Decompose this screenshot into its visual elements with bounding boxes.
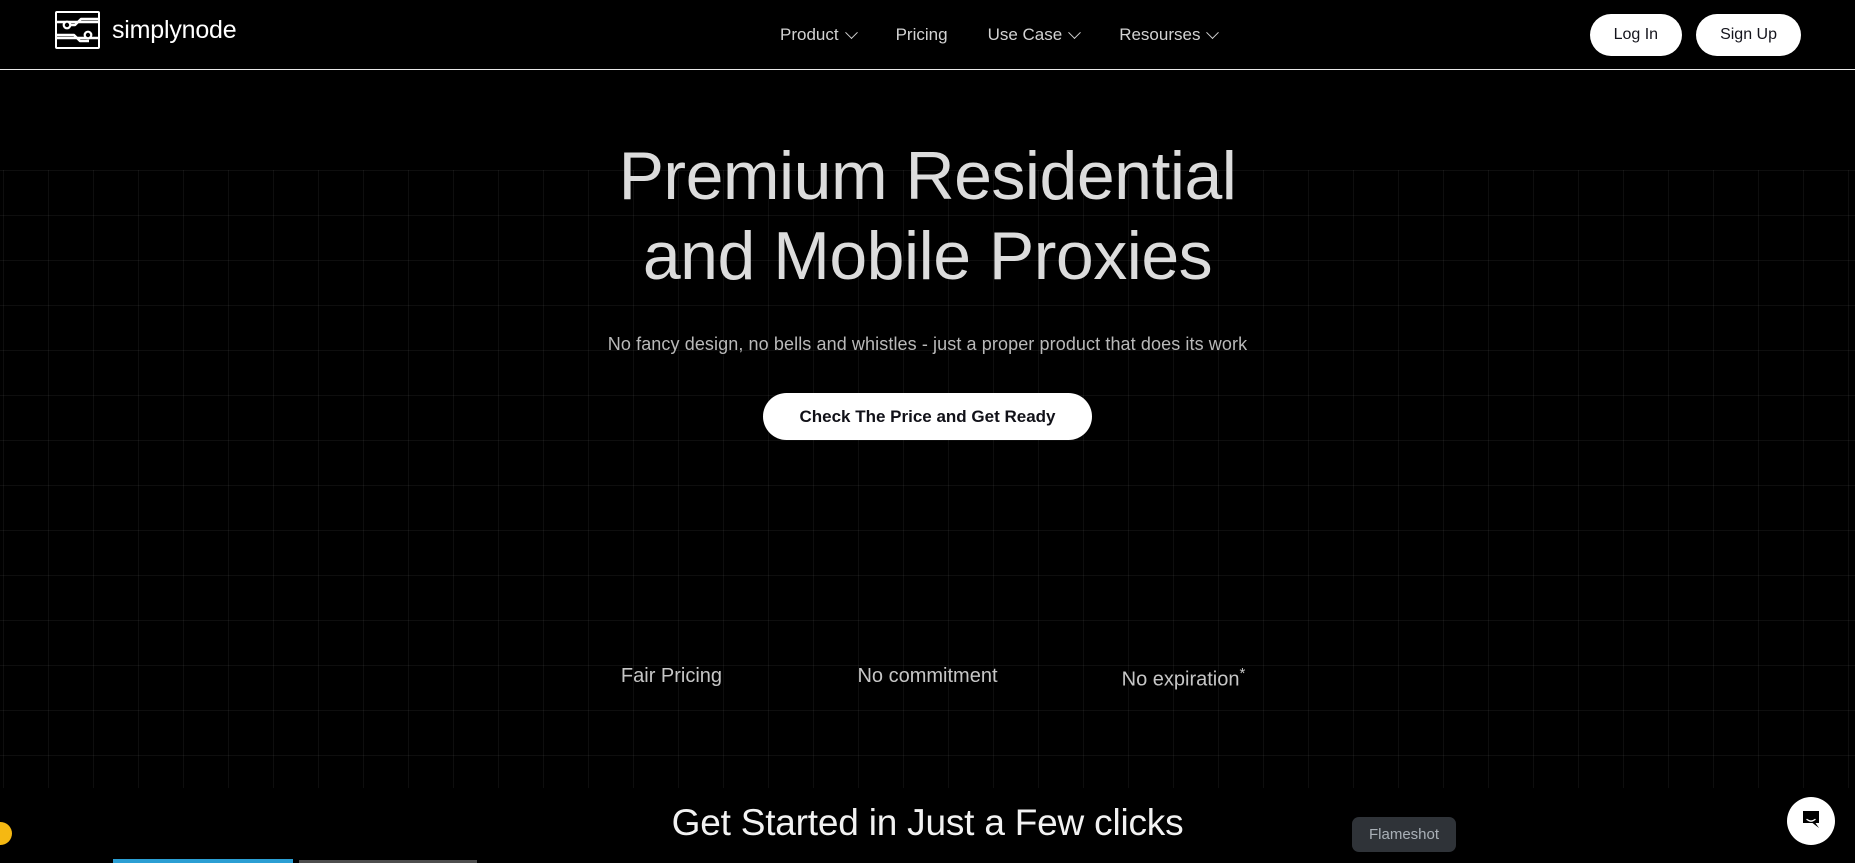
bottom-status-bar xyxy=(0,858,1855,863)
brand-logo[interactable]: simplynode xyxy=(55,11,237,49)
site-header: simplynode Product Pricing Use Case Reso… xyxy=(0,0,1855,70)
nav-item-resources[interactable]: Resourses xyxy=(1099,0,1237,70)
hero-content: Premium Residential and Mobile Proxies N… xyxy=(0,137,1855,441)
hero-feature-list: Fair Pricing No commitment No expiration… xyxy=(0,665,1855,692)
chat-widget-button[interactable] xyxy=(1787,797,1835,845)
hero-title-line-1: Premium Residential xyxy=(618,138,1237,214)
feature-asterisk: * xyxy=(1239,665,1246,682)
auth-actions: Log In Sign Up xyxy=(1589,14,1801,56)
nav-item-label: Resourses xyxy=(1119,25,1201,44)
feature-label: No commitment xyxy=(857,665,998,687)
log-in-button[interactable]: Log In xyxy=(1589,14,1683,56)
nav-item-product[interactable]: Product xyxy=(760,0,876,70)
hero-title-line-2: and Mobile Proxies xyxy=(642,217,1213,294)
flameshot-tooltip: Flameshot xyxy=(1352,817,1457,852)
get-started-heading: Get Started in Just a Few clicks xyxy=(671,802,1184,843)
chat-bubble-icon xyxy=(1799,807,1823,836)
nav-item-pricing[interactable]: Pricing xyxy=(876,0,968,70)
chevron-down-icon xyxy=(1068,25,1082,39)
simplynode-node-logo-icon xyxy=(55,11,100,49)
feature-label: Fair Pricing xyxy=(620,665,723,687)
primary-navigation: Product Pricing Use Case Resourses xyxy=(760,0,1237,70)
page-root: simplynode Product Pricing Use Case Reso… xyxy=(0,0,1855,863)
get-started-section: Get Started in Just a Few clicks xyxy=(0,788,1855,863)
nav-item-label: Product xyxy=(780,25,839,44)
sign-up-button[interactable]: Sign Up xyxy=(1696,14,1801,56)
hero-section: Premium Residential and Mobile Proxies N… xyxy=(0,71,1855,788)
page-title: Premium Residential and Mobile Proxies xyxy=(0,137,1855,296)
nav-item-label: Use Case xyxy=(987,25,1063,44)
brand-name: simplynode xyxy=(112,15,237,44)
chevron-down-icon xyxy=(1206,25,1220,39)
hero-subtitle: No fancy design, no bells and whistles -… xyxy=(607,334,1248,355)
feature-fair-pricing: Fair Pricing xyxy=(544,665,800,692)
feature-label: No expiration xyxy=(1121,668,1240,691)
bottom-bar-cyan-segment xyxy=(113,859,293,863)
nav-item-use-case[interactable]: Use Case xyxy=(968,0,1100,70)
nav-item-label: Pricing xyxy=(895,25,948,44)
hero-cta-wrapper: Check The Price and Get Ready xyxy=(0,393,1855,441)
feature-no-expiration: No expiration* xyxy=(1056,665,1312,692)
chevron-down-icon xyxy=(844,25,858,39)
feature-no-commitment: No commitment xyxy=(800,665,1056,692)
check-price-cta-button[interactable]: Check The Price and Get Ready xyxy=(763,393,1092,441)
